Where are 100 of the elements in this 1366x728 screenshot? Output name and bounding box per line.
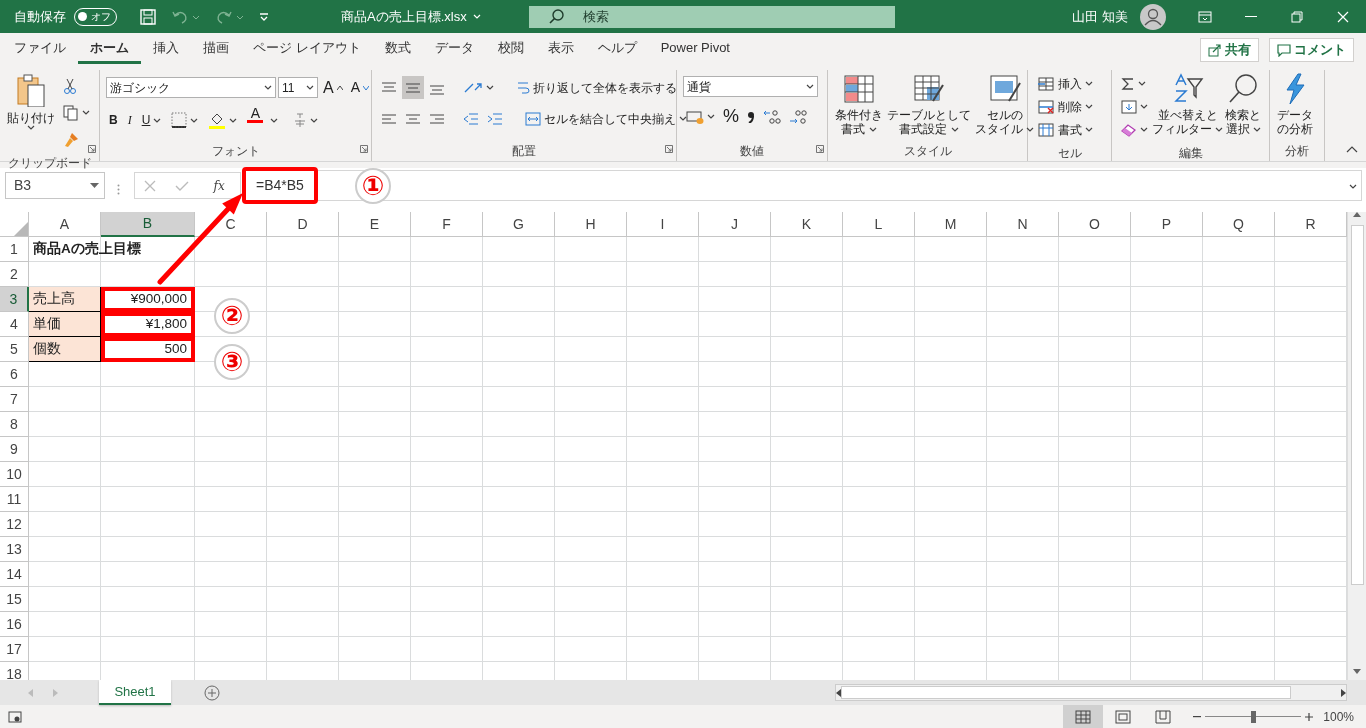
merge-center-button[interactable]: セルを結合して中央揃え [522,107,690,130]
column-header[interactable]: C [195,212,267,237]
zoom-slider[interactable] [1205,709,1302,724]
row-header[interactable]: 10 [0,462,29,487]
zoom-in-icon[interactable] [1305,712,1314,721]
column-header[interactable]: F [411,212,483,237]
vertical-scrollbar[interactable] [1347,212,1366,680]
caret-icon [1085,81,1093,86]
font-color-button[interactable]: A [244,107,267,133]
format-as-table-button[interactable]: テーブルとして 書式設定 [886,72,972,139]
column-header[interactable]: B [101,212,195,237]
row-header[interactable]: 1 [0,237,29,262]
macro-record-icon[interactable] [8,710,22,723]
ribbon-tab[interactable]: 数式 [372,35,423,64]
collapse-ribbon-icon[interactable] [1346,144,1358,153]
horizontal-scrollbar[interactable] [835,684,1347,701]
decrease-font-size-button[interactable]: A [347,76,372,99]
dialog-launcher-icon[interactable] [665,144,673,153]
scroll-down-icon[interactable] [1353,669,1361,674]
ribbon-tab[interactable]: Power Pivot [648,35,742,64]
number-format-dropdown[interactable]: 通貨 [683,76,818,97]
name-box[interactable]: B3 [5,172,105,199]
row-header[interactable]: 4 [0,312,29,337]
analyze-data-button[interactable]: データ の分析 [1276,72,1314,139]
increase-font-size-button[interactable]: A [320,76,346,99]
ribbon-tab[interactable]: ファイル [2,35,78,64]
share-button[interactable]: 共有 [1200,37,1259,62]
sheet-tab[interactable]: Sheet1 [99,680,171,705]
ribbon-tab[interactable]: 校閲 [485,35,536,64]
zoom-out-icon[interactable] [1193,716,1202,719]
font-size-dropdown[interactable]: 11 [278,77,318,98]
cell-styles-button[interactable]: セルの スタイル [974,72,1036,139]
cancel-icon[interactable] [144,179,157,192]
middle-align-button[interactable] [402,76,424,99]
dialog-launcher-icon[interactable] [88,144,96,153]
underline-button[interactable]: U [138,108,165,132]
column-header[interactable]: J [699,212,771,237]
check-icon[interactable] [174,179,189,192]
column-header[interactable]: K [771,212,843,237]
row-header[interactable]: 16 [0,612,29,637]
avatar-icon[interactable] [1140,3,1166,30]
row-header[interactable]: 12 [0,512,29,537]
insert-function-button[interactable]: fx [207,175,231,196]
column-header[interactable]: R [1275,212,1347,237]
ribbon-tab[interactable]: 挿入 [141,35,191,64]
column-header[interactable]: Q [1203,212,1275,237]
row-header[interactable]: 9 [0,437,29,462]
paste-button[interactable]: 貼り付け [6,72,56,151]
row-header[interactable]: 15 [0,587,29,612]
ribbon-tab[interactable]: ホーム [78,35,141,64]
delete-button[interactable]: 削除 [1034,95,1096,118]
column-header[interactable]: I [627,212,699,237]
column-header[interactable]: L [843,212,915,237]
format-button[interactable]: 書式 [1034,118,1096,141]
column-header[interactable]: O [1059,212,1131,237]
up-caret-icon [336,85,343,90]
row-header[interactable]: 2 [0,262,29,287]
row-header[interactable]: 14 [0,562,29,587]
italic-button[interactable]: I [124,108,135,132]
row-header[interactable]: 7 [0,387,29,412]
font-name-dropdown[interactable]: 游ゴシック [106,77,276,98]
column-header[interactable]: N [987,212,1059,237]
ribbon-tab[interactable]: ページ レイアウト [241,35,373,64]
wrap-text-button[interactable]: 折り返して全体を表示する [513,76,680,99]
comment-button[interactable]: コメント [1269,37,1354,62]
bold-button[interactable]: B [106,108,121,132]
save-icon[interactable] [139,7,157,26]
column-header[interactable]: A [29,212,101,237]
insert-button[interactable]: 挿入 [1034,72,1096,95]
customize-icon[interactable] [259,11,269,22]
percent-button[interactable]: % [720,105,742,128]
decrease-indent-icon [463,111,479,126]
row-header[interactable]: 11 [0,487,29,512]
column-header[interactable]: H [555,212,627,237]
row-header[interactable]: 13 [0,537,29,562]
view-button[interactable] [1063,705,1104,728]
scroll-right-icon [1341,688,1346,697]
ribbon-tab[interactable]: データ [422,35,486,64]
column-header[interactable]: G [483,212,555,237]
conditional-formatting-button[interactable]: 条件付き 書式 [834,72,884,139]
row-header[interactable]: 8 [0,412,29,437]
row-header[interactable]: 5 [0,337,29,362]
ribbon-tab[interactable]: 描画 [191,35,241,64]
ribbon-tab[interactable]: 表示 [535,35,586,64]
find-select-button[interactable]: 検索と 選択 [1224,72,1263,141]
search-field[interactable]: 検索 [529,5,895,28]
column-header[interactable]: E [339,212,411,237]
row-header[interactable]: 3 [0,287,29,312]
sort-filter-button[interactable]: 並べ替えと フィルター [1151,72,1225,141]
add-sheet-icon[interactable] [204,685,220,702]
page-layout-icon [1115,709,1132,724]
row-header[interactable]: 6 [0,362,29,387]
dialog-launcher-icon[interactable] [816,144,824,153]
column-header[interactable]: P [1131,212,1203,237]
ribbon-tab[interactable]: ヘルプ [585,35,649,64]
dialog-launcher-icon[interactable] [360,144,368,153]
row-header[interactable]: 17 [0,637,29,662]
column-header[interactable]: M [915,212,987,237]
column-header[interactable]: D [267,212,339,237]
scrollbar-thumb[interactable] [1350,225,1364,585]
